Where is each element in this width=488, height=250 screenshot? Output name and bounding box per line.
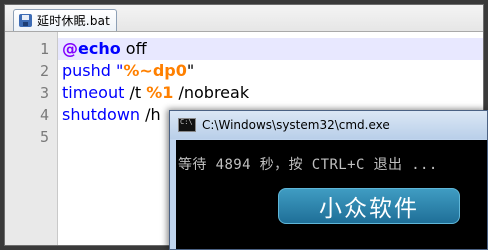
code-line: pushd "%~dp0" [62,60,194,82]
cmd-title: C:\Windows\system32\cmd.exe [202,118,390,132]
code-token: /t [124,83,147,102]
code-token: off [120,39,147,58]
code-token: @ [62,39,78,58]
file-tab-label: 延时休眠.bat [37,14,111,28]
code-line: shutdown /h [62,104,161,126]
cmd-output: 等待 4894 秒，按 CTRL+C 退出 ... [178,157,438,173]
code-token: pushd " [62,61,124,80]
code-line: @echo off [62,38,147,60]
code-token: echo [78,39,121,58]
code-token: timeout [62,83,125,102]
file-tab[interactable]: 延时休眠.bat [13,9,117,31]
line-number: 4 [39,106,49,124]
code-token: %~dp0 [123,61,187,80]
cmd-icon [178,118,196,132]
code-token: %1 [146,83,174,102]
watermark-logo: 小众软件 [278,188,460,224]
save-disk-icon [19,14,32,27]
cmd-console[interactable]: 等待 4894 秒，按 CTRL+C 退出 ... 小众软件 [176,140,487,249]
code-line: timeout /t %1 /nobreak [62,82,249,104]
cmd-title-bar[interactable]: C:\Windows\system32\cmd.exe [170,111,487,139]
code-token: shutdown [62,105,141,124]
code-token: /h [140,105,161,124]
line-number: 1 [39,40,49,58]
line-number: 2 [39,62,49,80]
line-number-gutter: 1 2 3 4 5 [5,32,58,245]
tab-bar: 延时休眠.bat [5,5,483,32]
code-token: " [186,61,195,80]
cmd-window: C:\Windows\system32\cmd.exe 等待 4894 秒，按 … [169,110,488,250]
line-number: 5 [39,128,49,146]
line-number: 3 [39,84,49,102]
code-token: /nobreak [173,83,250,102]
